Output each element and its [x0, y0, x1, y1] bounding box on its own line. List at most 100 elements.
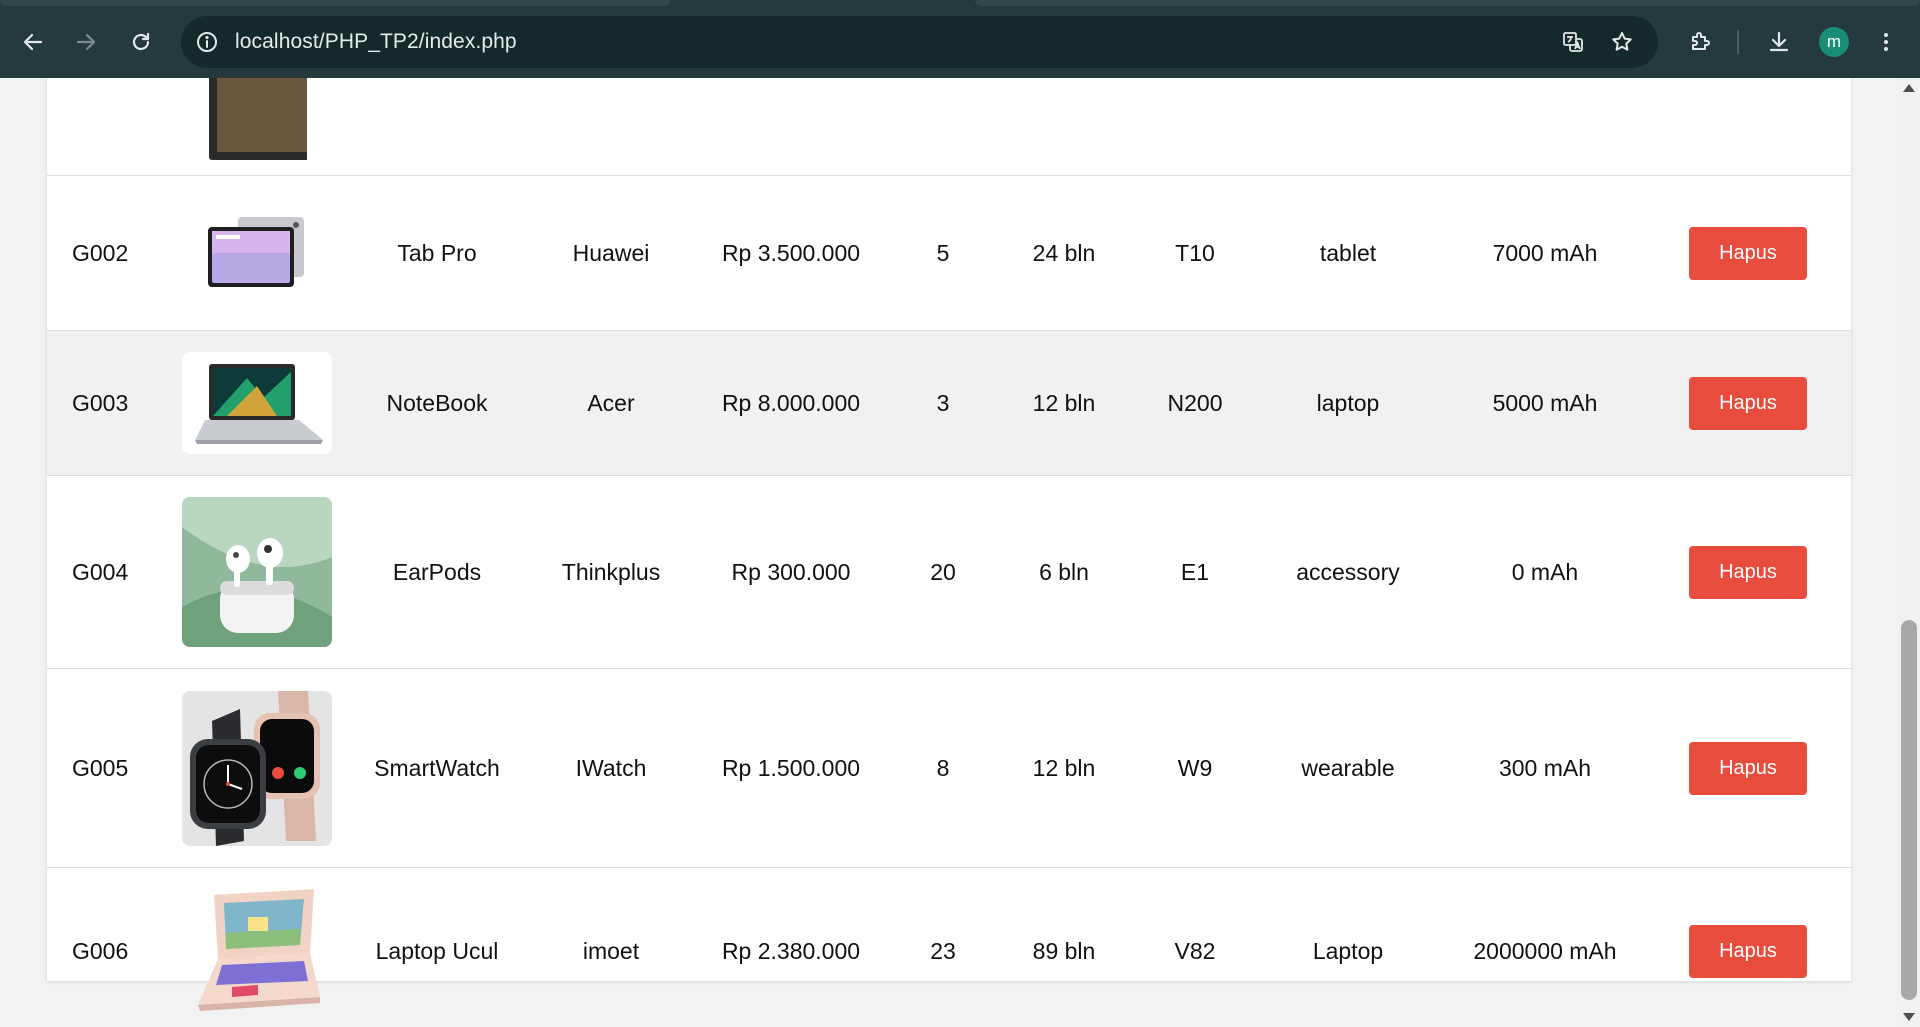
cell-stock: 20	[897, 475, 989, 669]
cell-price	[685, 78, 897, 176]
cell-name	[337, 78, 537, 176]
scroll-up-icon[interactable]	[1903, 84, 1915, 92]
cell-price: Rp 3.500.000	[685, 175, 897, 331]
cell-name: EarPods	[337, 475, 537, 669]
cell-brand	[537, 78, 685, 176]
forward-icon	[76, 33, 96, 51]
cell-name: Laptop Ucul	[337, 867, 537, 1027]
product-image	[177, 78, 337, 175]
table-row: G003 NoteBook Acer Rp 8.000.000 3 12 bln…	[47, 330, 1851, 476]
product-table-card: G002 Tab Pro Huawei Rp 3.500.000 5 24 bl…	[47, 78, 1851, 1027]
cell-image	[177, 668, 337, 868]
site-info-button[interactable]	[191, 26, 223, 58]
cell-brand: imoet	[537, 867, 685, 1027]
cell-price: Rp 8.000.000	[685, 330, 897, 476]
cell-model: W9	[1139, 668, 1251, 868]
cell-battery: 0 mAh	[1445, 475, 1645, 669]
cell-model: E1	[1139, 475, 1251, 669]
cell-brand: Huawei	[537, 175, 685, 331]
extensions-icon	[1692, 32, 1710, 50]
back-button[interactable]	[13, 22, 53, 62]
cell-stock: 23	[897, 867, 989, 1027]
table-row: G005 SmartWatch IWatch Rp 1.500.000 8 12…	[47, 668, 1851, 868]
product-image	[182, 887, 332, 1017]
cell-model: T10	[1139, 175, 1251, 331]
cell-stock: 8	[897, 668, 989, 868]
cell-code: G006	[47, 867, 177, 1027]
cell-warranty	[989, 78, 1139, 176]
cell-price: Rp 2.380.000	[685, 867, 897, 1027]
translate-button[interactable]	[1557, 26, 1589, 58]
cell-battery: 5000 mAh	[1445, 330, 1645, 476]
cell-category: laptop	[1251, 330, 1445, 476]
cell-name: Tab Pro	[337, 175, 537, 331]
table-row: G002 Tab Pro Huawei Rp 3.500.000 5 24 bl…	[47, 175, 1851, 331]
cell-warranty: 89 bln	[989, 867, 1139, 1027]
cell-brand: IWatch	[537, 668, 685, 868]
product-image	[182, 352, 332, 454]
url-path: /PHP_TP2/index.php	[318, 30, 517, 53]
table-row: G004 EarPods Thinkplus Rp 300.000 20 6 b…	[47, 475, 1851, 669]
cell-code: G003	[47, 330, 177, 476]
cell-category: wearable	[1251, 668, 1445, 868]
tab-strip-edge	[0, 0, 670, 6]
browser-menu-button[interactable]	[1866, 22, 1906, 62]
cell-stock: 3	[897, 330, 989, 476]
cell-image	[177, 475, 337, 669]
star-icon	[1612, 32, 1632, 51]
toolbar-separator	[1737, 30, 1739, 54]
product-table: G002 Tab Pro Huawei Rp 3.500.000 5 24 bl…	[47, 78, 1851, 1027]
cell-image	[177, 867, 337, 1027]
url-text: localhost/PHP_TP2/index.php	[235, 30, 517, 54]
cell-code: G005	[47, 668, 177, 868]
profile-avatar[interactable]: m	[1819, 27, 1849, 57]
cell-action: Hapus	[1645, 668, 1851, 868]
extensions-button[interactable]	[1680, 22, 1720, 62]
cell-stock	[897, 78, 989, 176]
reload-button[interactable]	[121, 22, 161, 62]
product-image	[182, 690, 332, 846]
download-icon	[1769, 31, 1789, 52]
cell-category: Laptop	[1251, 867, 1445, 1027]
cell-model: N200	[1139, 330, 1251, 476]
cell-battery: 2000000 mAh	[1445, 867, 1645, 1027]
forward-button[interactable]	[66, 22, 106, 62]
cell-warranty: 24 bln	[989, 175, 1139, 331]
cell-warranty: 6 bln	[989, 475, 1139, 669]
cell-code	[47, 78, 177, 176]
cell-category: accessory	[1251, 475, 1445, 669]
delete-button[interactable]: Hapus	[1689, 376, 1807, 430]
cell-image	[177, 175, 337, 331]
delete-button[interactable]: Hapus	[1689, 226, 1807, 280]
browser-toolbar: localhost/PHP_TP2/index.php m	[0, 0, 1920, 78]
page-viewport: G002 Tab Pro Huawei Rp 3.500.000 5 24 bl…	[0, 78, 1898, 1027]
cell-action: Hapus	[1645, 867, 1851, 1027]
cell-battery	[1445, 78, 1645, 176]
cell-code: G002	[47, 175, 177, 331]
scrollbar-thumb[interactable]	[1901, 620, 1917, 1000]
delete-button[interactable]: Hapus	[1689, 545, 1807, 599]
cell-price: Rp 1.500.000	[685, 668, 897, 868]
page-scrollbar[interactable]	[1898, 78, 1920, 1027]
cell-name: NoteBook	[337, 330, 537, 476]
table-row: G006 Laptop Ucul imoet Rp 2.380.000 23 8…	[47, 867, 1851, 1027]
delete-button[interactable]: Hapus	[1689, 741, 1807, 795]
downloads-button[interactable]	[1759, 22, 1799, 62]
product-image	[182, 497, 332, 647]
cell-battery: 300 mAh	[1445, 668, 1645, 868]
translate-icon	[1563, 32, 1583, 52]
info-icon	[197, 32, 217, 52]
bookmark-button[interactable]	[1606, 26, 1638, 58]
product-image	[182, 208, 332, 298]
back-icon	[23, 33, 43, 51]
url-host: localhost	[235, 30, 319, 53]
address-bar[interactable]: localhost/PHP_TP2/index.php	[181, 16, 1658, 68]
cell-action	[1645, 78, 1851, 176]
menu-icon	[1884, 33, 1888, 51]
scroll-down-icon[interactable]	[1903, 1013, 1915, 1021]
table-row	[47, 78, 1851, 176]
cell-brand: Acer	[537, 330, 685, 476]
delete-button[interactable]: Hapus	[1689, 925, 1807, 978]
cell-image	[177, 330, 337, 476]
cell-warranty: 12 bln	[989, 668, 1139, 868]
